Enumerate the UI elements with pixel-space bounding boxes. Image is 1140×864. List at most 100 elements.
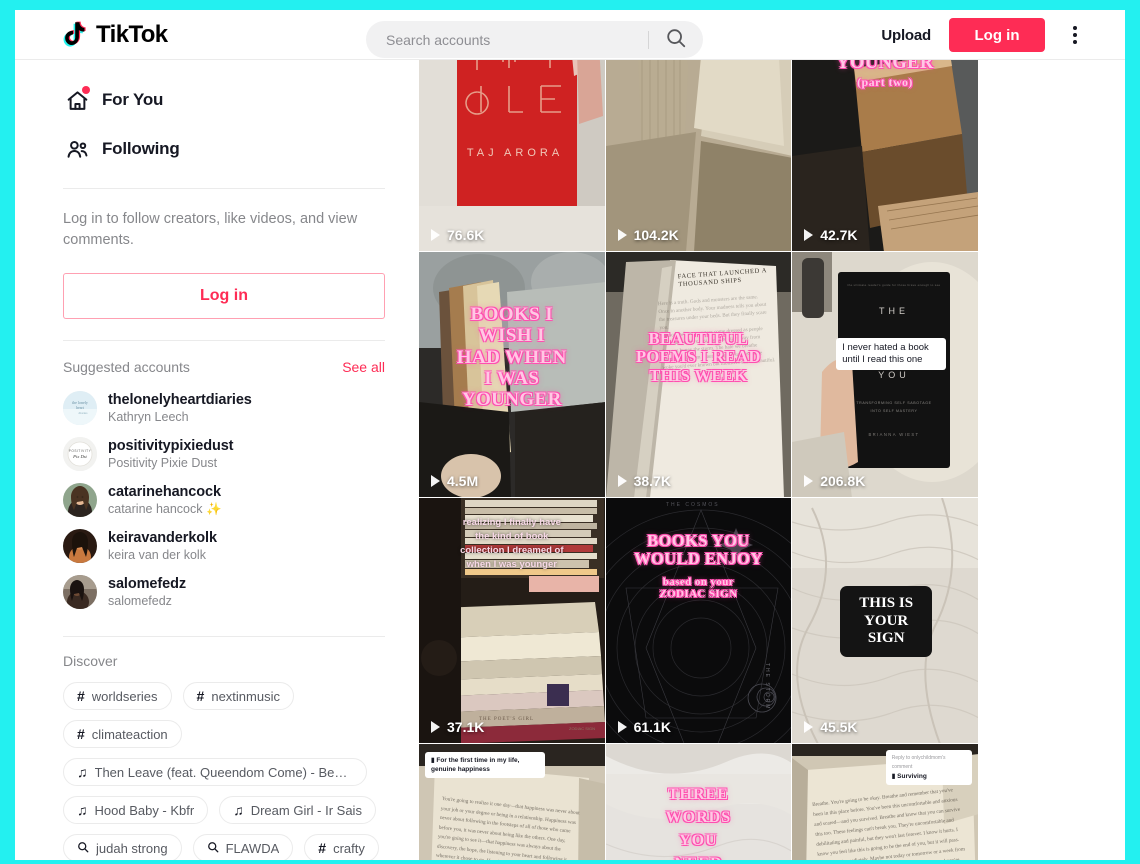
video-thumbnail: THE POET'S GIRL ZODIAC SIGN [419, 498, 605, 743]
video-card[interactable]: 104.2K [605, 60, 793, 252]
discover-pill-flawda[interactable]: FLAWDA [192, 834, 294, 860]
video-card[interactable]: BY TAJ ARORA [419, 60, 606, 252]
top-header: TikTok Upload Log in [15, 10, 1125, 60]
sidebar-item-for-you[interactable]: For You [63, 82, 385, 118]
avatar: POSITIVITY Pix Dst [63, 437, 97, 471]
discover-pills: # worldseries # nextinmusic # climateact… [63, 682, 385, 860]
pill-label: Dream Girl - Ir Sais [250, 802, 362, 818]
avatar [63, 529, 97, 563]
svg-text:ZODIAC SIGN: ZODIAC SIGN [569, 726, 595, 731]
tiktok-wordmark: TikTok [96, 20, 168, 48]
svg-text:THE: THE [879, 306, 909, 316]
avatar [63, 483, 97, 517]
discover-pill-worldseries[interactable]: # worldseries [63, 682, 172, 710]
discover-pill-dream-girl[interactable]: ♫ Dream Girl - Ir Sais [219, 796, 376, 824]
account-display-name: salomefedz [108, 593, 172, 608]
account-display-name: Positivity Pixie Dust [108, 455, 218, 470]
pill-label: judah strong [96, 840, 168, 856]
discover-pill-then-leave[interactable]: ♫ Then Leave (feat. Queendom Come) - Bea… [63, 758, 367, 786]
svg-text:diaries: diaries [78, 411, 88, 415]
pill-label: nextinmusic [211, 688, 280, 704]
more-dot [1073, 26, 1077, 30]
more-vertical-icon[interactable] [1063, 21, 1087, 49]
video-card[interactable]: THE COSMOS THE STORM BOOKS YOU WOULD ENJ… [605, 498, 793, 744]
sidebar-item-label: Following [102, 139, 180, 158]
sidebar-login-button[interactable]: Log in [63, 273, 385, 319]
video-card[interactable]: Reply to onlychildmom's comment ▮ Surviv… [792, 744, 979, 860]
suggested-accounts-header: Suggested accounts See all [63, 359, 385, 375]
tiktok-logo[interactable]: TikTok [63, 20, 168, 50]
account-username: catarinehancock [108, 483, 221, 500]
search-bar[interactable] [366, 21, 703, 58]
video-card[interactable]: ▮ For the first time in my life, genuine… [419, 744, 606, 860]
svg-text:BRIANNA WIEST: BRIANNA WIEST [869, 432, 920, 437]
account-username: salomefedz [108, 575, 186, 592]
search-icon [207, 841, 219, 855]
svg-text:TRANSFORMING SELF SABOTAGE: TRANSFORMING SELF SABOTAGE [857, 401, 932, 405]
header-actions: Upload Log in [881, 10, 1087, 60]
discover-pill-nextinmusic[interactable]: # nextinmusic [182, 682, 294, 710]
sidebar-divider-2 [63, 340, 385, 341]
search-button[interactable] [649, 21, 703, 58]
svg-text:the ultimate reader's guide fo: the ultimate reader's guide for those br… [848, 283, 941, 287]
avatar: the lonely heart diaries [63, 391, 97, 425]
account-text: thelonelyheartdiaries Kathryn Leech [108, 392, 252, 425]
svg-text:Pix Dst: Pix Dst [72, 454, 87, 459]
account-display-name: keira van der kolk [108, 547, 206, 562]
music-note-icon: ♫ [233, 802, 244, 818]
video-thumbnail [792, 498, 978, 743]
video-card[interactable]: BOOKS I WISH I HAD WHEN I WAS YOUNGER 4.… [419, 252, 606, 498]
list-item[interactable]: keiravanderkolk keira van der kolk [63, 523, 385, 569]
notification-dot [82, 86, 90, 94]
left-sidebar: For You Following Log in to follow creat… [15, 60, 419, 860]
video-grid: BY TAJ ARORA [419, 60, 979, 860]
list-item[interactable]: POSITIVITY Pix Dst positivitypixiedust P… [63, 431, 385, 477]
video-card[interactable]: HAD WHEN I WAS YOUNGER (part two) 42.7K [792, 60, 979, 252]
video-thumbnail: BY TAJ ARORA [419, 60, 605, 251]
svg-text:THE COSMOS: THE COSMOS [666, 502, 720, 508]
sidebar-divider [63, 188, 385, 189]
tiktok-note-icon [63, 20, 89, 50]
header-login-button[interactable]: Log in [949, 18, 1045, 52]
pill-label: crafty [333, 840, 365, 856]
video-card[interactable]: THREE WORDS YOU NEED TO [605, 744, 793, 860]
account-text: salomefedz salomefedz [108, 576, 186, 609]
account-text: catarinehancock catarine hancock ✨ [108, 484, 222, 517]
video-thumbnail: THE COSMOS THE STORM [605, 498, 792, 743]
people-icon [63, 135, 91, 163]
pill-label: worldseries [91, 688, 158, 704]
video-thumbnail [792, 60, 978, 251]
video-thumbnail [419, 252, 605, 497]
list-item[interactable]: salomefedz salomefedz [63, 569, 385, 615]
account-text: positivitypixiedust Positivity Pixie Dus… [108, 438, 234, 471]
video-card[interactable]: FACE THAT LAUNCHED A THOUSAND SHIPS Here… [605, 252, 793, 498]
sidebar-divider-3 [63, 636, 385, 637]
discover-pill-climateaction[interactable]: # climateaction [63, 720, 182, 748]
video-thumbnail: THE YOU TRANSFORMING SELF SABOTAGE INTO … [792, 252, 978, 497]
upload-button[interactable]: Upload [881, 27, 931, 44]
list-item[interactable]: the lonely heart diaries thelonelyheartd… [63, 385, 385, 431]
svg-text:INTO SELF MASTERY: INTO SELF MASTERY [871, 409, 918, 413]
video-card[interactable]: THE POET'S GIRL ZODIAC SIGN realizing I … [419, 498, 606, 744]
video-card[interactable]: THIS IS YOUR SIGN 45.5K [792, 498, 979, 744]
pill-label: climateaction [91, 726, 168, 742]
video-card[interactable]: THE YOU TRANSFORMING SELF SABOTAGE INTO … [792, 252, 979, 498]
account-display-name: catarine hancock ✨ [108, 501, 222, 516]
discover-pill-crafty[interactable]: # crafty [304, 834, 379, 860]
avatar [63, 575, 97, 609]
music-note-icon: ♫ [77, 802, 88, 818]
pill-label: Then Leave (feat. Queendom Come) - BeatK… [94, 764, 354, 780]
see-all-link[interactable]: See all [342, 359, 385, 375]
sidebar-item-following[interactable]: Following [63, 131, 385, 167]
pill-label: Hood Baby - Kbfr [94, 802, 195, 818]
sidebar-item-label: For You [102, 90, 164, 109]
discover-pill-judah-strong[interactable]: judah strong [63, 834, 182, 860]
account-username: keiravanderkolk [108, 529, 217, 546]
svg-text:TAJ ARORA: TAJ ARORA [467, 147, 563, 159]
svg-text:THE STORM: THE STORM [764, 663, 770, 710]
video-thumbnail [419, 744, 605, 860]
account-text: keiravanderkolk keira van der kolk [108, 530, 217, 563]
discover-pill-hood-baby[interactable]: ♫ Hood Baby - Kbfr [63, 796, 209, 824]
list-item[interactable]: catarinehancock catarine hancock ✨ [63, 477, 385, 523]
search-input[interactable] [366, 31, 648, 48]
